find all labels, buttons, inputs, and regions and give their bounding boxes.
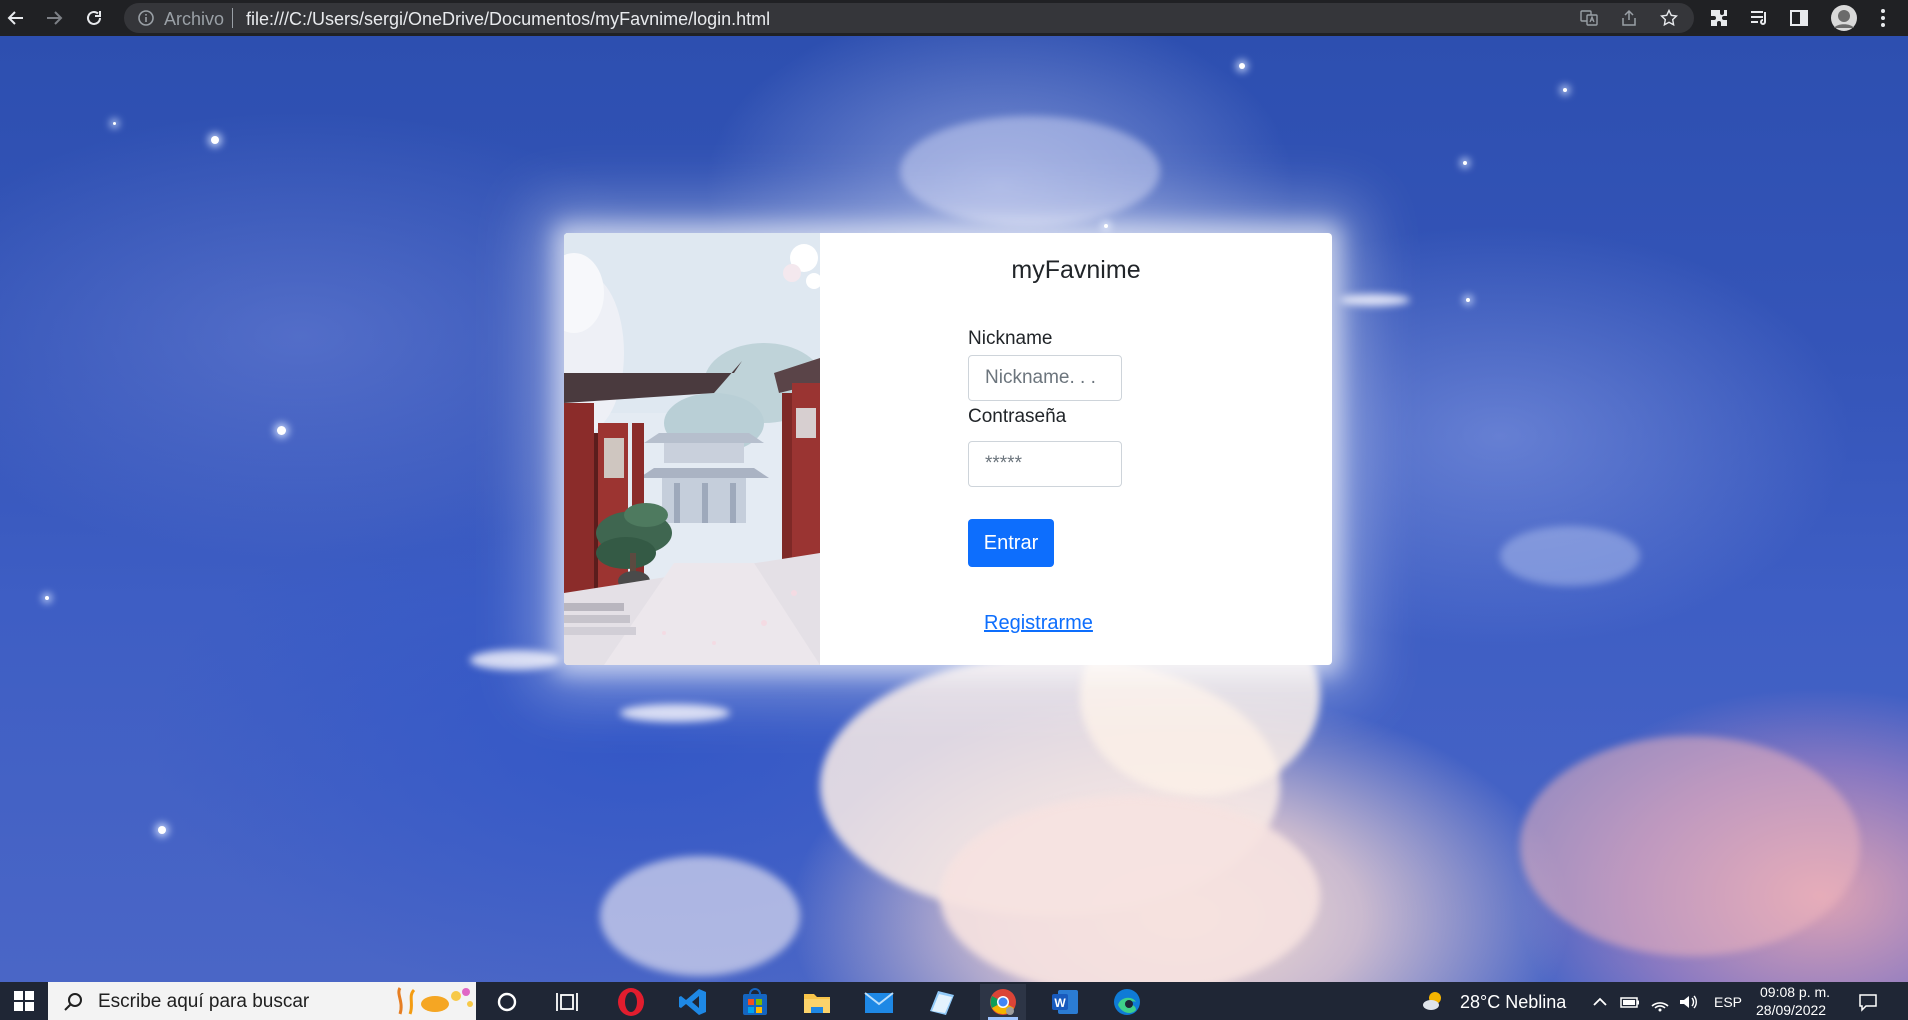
search-placeholder: Escribe aquí para buscar	[98, 991, 310, 1012]
address-scheme-label: Archivo	[164, 9, 225, 29]
browser-toolbar: Archivo file:///C:/Users/sergi/OneDrive/…	[0, 0, 1908, 36]
star-decoration	[277, 426, 286, 435]
cloud-decoration	[620, 704, 730, 722]
star-decoration	[113, 122, 116, 125]
forward-icon[interactable]	[42, 6, 66, 30]
info-icon[interactable]	[138, 10, 154, 26]
cloud-decoration	[1520, 736, 1860, 956]
wifi-icon[interactable]	[1650, 992, 1670, 1012]
reload-icon[interactable]	[82, 6, 106, 30]
login-button[interactable]: Entrar	[968, 519, 1054, 567]
clock-time[interactable]: 09:08 p. m.	[1760, 984, 1830, 1000]
star-decoration	[1466, 298, 1470, 302]
star-decoration	[211, 136, 219, 144]
task-view-icon[interactable]	[544, 984, 590, 1020]
cortana-icon[interactable]	[484, 984, 530, 1020]
nickname-input[interactable]	[968, 355, 1122, 401]
chevron-up-icon[interactable]	[1590, 992, 1610, 1012]
notes-app-icon[interactable]	[918, 984, 964, 1020]
profile-avatar-icon[interactable]	[1830, 4, 1858, 32]
cloud-decoration	[470, 650, 560, 670]
share-icon[interactable]	[1620, 9, 1638, 27]
register-link[interactable]: Registrarme	[984, 611, 1093, 635]
word-icon[interactable]: W	[1042, 984, 1088, 1020]
taskbar-search-box[interactable]: Escribe aquí para buscar	[48, 982, 476, 1020]
cloud-decoration	[1500, 526, 1640, 586]
windows-logo-icon	[14, 991, 34, 1011]
cloud-decoration	[940, 796, 1320, 982]
microsoft-store-icon[interactable]	[732, 984, 778, 1020]
notifications-icon[interactable]	[1858, 992, 1878, 1012]
side-panel-icon[interactable]	[1788, 7, 1810, 29]
chrome-icon[interactable]	[980, 984, 1026, 1020]
pagoda-courtyard-illustration	[564, 233, 824, 665]
mail-icon[interactable]	[856, 984, 902, 1020]
cloud-decoration	[900, 116, 1160, 226]
windows-start-button[interactable]	[0, 982, 48, 1020]
translate-icon[interactable]	[1580, 9, 1598, 27]
reading-list-icon[interactable]	[1748, 7, 1770, 29]
extensions-icon[interactable]	[1708, 7, 1730, 29]
star-decoration	[158, 826, 166, 834]
search-icon	[64, 993, 82, 1011]
battery-icon[interactable]	[1620, 992, 1640, 1012]
edge-icon[interactable]	[1104, 984, 1150, 1020]
opera-browser-icon[interactable]	[608, 984, 654, 1020]
address-url[interactable]: file:///C:/Users/sergi/OneDrive/Document…	[246, 10, 770, 28]
nickname-label: Nickname	[968, 328, 1053, 349]
app-title: myFavnime	[1011, 256, 1141, 284]
file-explorer-icon[interactable]	[794, 984, 840, 1020]
back-icon[interactable]	[4, 6, 28, 30]
vscode-icon[interactable]	[670, 984, 716, 1020]
search-highlight-art-icon	[397, 987, 473, 1015]
star-decoration	[1563, 88, 1567, 92]
clock-date[interactable]: 28/09/2022	[1756, 1002, 1826, 1018]
language-indicator[interactable]: ESP	[1714, 994, 1742, 1010]
bookmark-star-icon[interactable]	[1660, 9, 1678, 27]
svg-text:W: W	[1054, 996, 1066, 1010]
password-label: Contraseña	[968, 406, 1067, 427]
cloud-decoration	[600, 856, 800, 976]
star-decoration	[1104, 224, 1108, 228]
login-form: myFavnime Nickname Contraseña Entrar Reg…	[820, 233, 1332, 665]
volume-icon[interactable]	[1678, 992, 1698, 1012]
login-card: myFavnime Nickname Contraseña Entrar Reg…	[564, 233, 1332, 665]
address-separator	[232, 8, 233, 28]
star-decoration	[1463, 161, 1467, 165]
weather-icon[interactable]	[1422, 990, 1444, 1012]
star-decoration	[45, 596, 49, 600]
menu-icon[interactable]	[1872, 7, 1894, 29]
address-bar[interactable]: Archivo file:///C:/Users/sergi/OneDrive/…	[124, 3, 1694, 33]
weather-text[interactable]: 28°C Neblina	[1460, 992, 1566, 1012]
password-input[interactable]	[968, 441, 1122, 487]
taskbar: Escribe aquí para buscar W 28°C Neblina …	[0, 982, 1908, 1020]
star-decoration	[1239, 63, 1245, 69]
cloud-decoration	[1340, 294, 1410, 306]
